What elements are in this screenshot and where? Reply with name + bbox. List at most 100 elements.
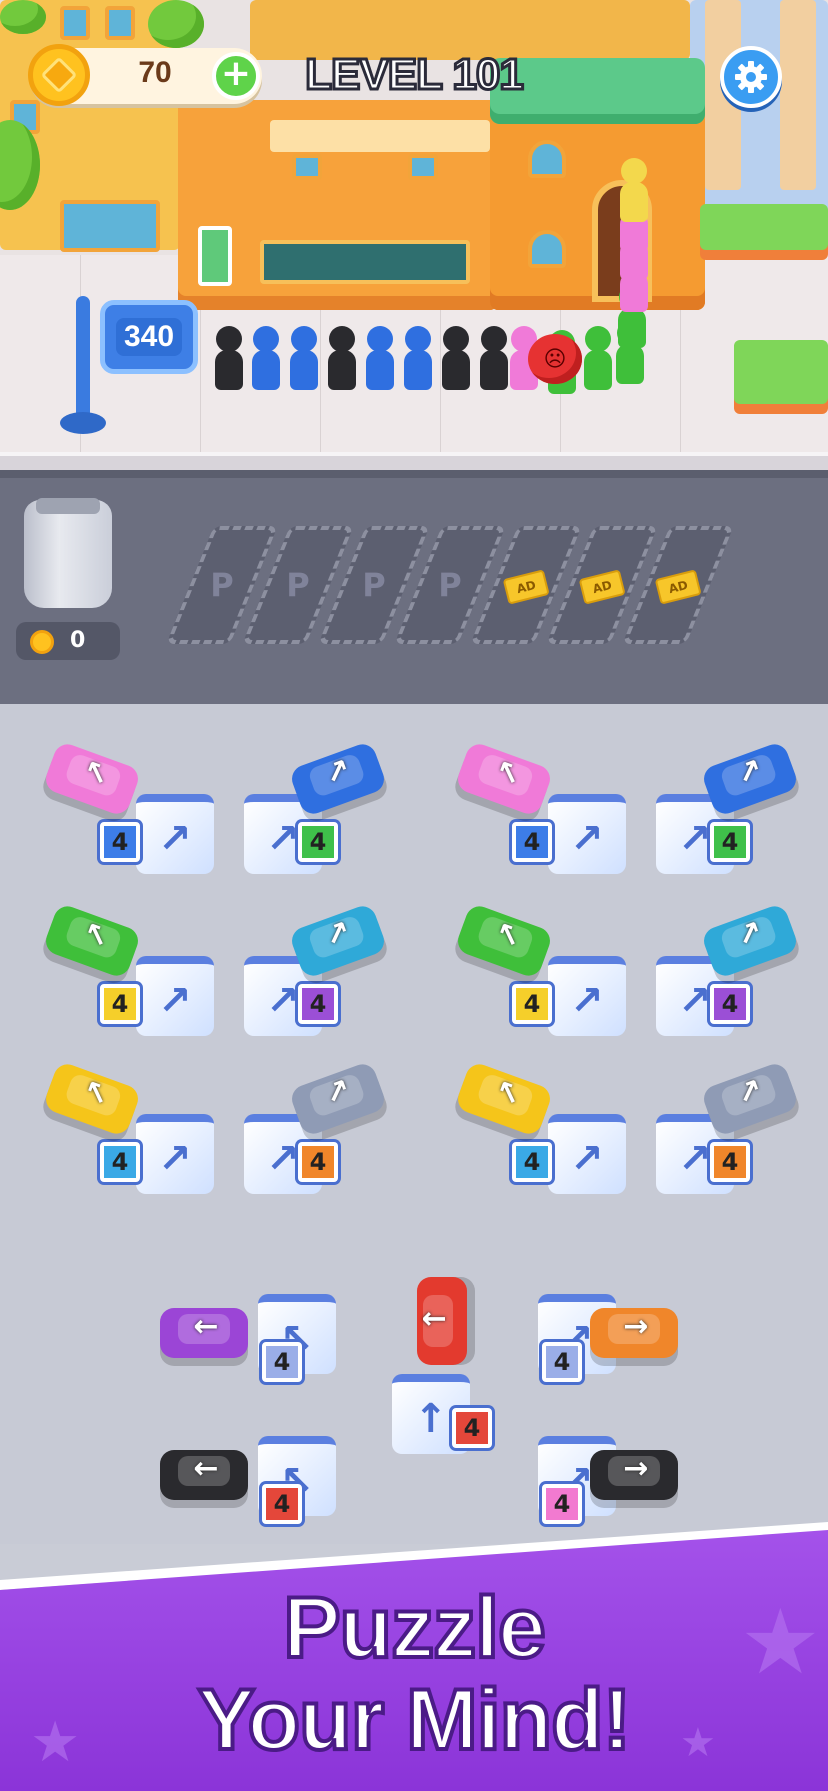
angry-face-icon: ☹ [528, 334, 582, 384]
tagline-line2: Your Mind! [196, 1672, 634, 1768]
direction-arrow-icon: ↗ [570, 978, 604, 1024]
car[interactable]: ↖ [454, 902, 554, 980]
direction-arrow-icon: ↗ [570, 816, 604, 862]
ad-icon: AD [502, 569, 550, 605]
passenger [404, 326, 432, 390]
coin-count: 70 [138, 56, 172, 89]
car[interactable]: ↖ [42, 740, 142, 818]
shop-awning [270, 120, 490, 152]
car[interactable]: ↗ [700, 902, 800, 980]
passenger [620, 158, 648, 222]
car-arrow-icon: → [623, 1451, 649, 1486]
tagline-line1: Puzzle [281, 1580, 548, 1676]
passenger [480, 326, 508, 390]
settings-button[interactable] [720, 46, 782, 108]
garage-capacity: 4 [542, 1484, 582, 1524]
direction-arrow-icon: ↗ [570, 1136, 604, 1182]
promo-tagline: Puzzle Your Mind! [0, 1580, 828, 1768]
car[interactable]: ↑ [417, 1277, 467, 1365]
parking-label: P [286, 566, 310, 604]
car-arrow-icon: ← [193, 1309, 219, 1344]
window [105, 6, 135, 40]
garage-capacity: 4 [100, 1142, 140, 1182]
car-arrow-icon: → [623, 1309, 649, 1344]
car[interactable]: ↖ [454, 740, 554, 818]
shop-door-window [198, 226, 232, 286]
gear-icon [735, 61, 767, 93]
garage-capacity: 4 [262, 1484, 302, 1524]
garage[interactable]: ↗ 4 [100, 1104, 214, 1200]
garage-capacity: 4 [452, 1408, 492, 1448]
passenger [366, 326, 394, 390]
garage[interactable]: ↗ 4 [100, 946, 214, 1042]
garage-capacity: 4 [298, 1142, 338, 1182]
tree [148, 0, 204, 48]
queue-count: 340 [115, 318, 183, 356]
garage[interactable]: ↗ 4 [512, 784, 626, 880]
direction-arrow-icon: ↑ [414, 1396, 448, 1442]
garage[interactable]: ↗ 4 [512, 1104, 626, 1200]
coin-jar[interactable] [24, 500, 112, 608]
direction-arrow-icon: ↗ [158, 978, 192, 1024]
car[interactable]: ↖ [454, 1060, 554, 1138]
garage-capacity: 4 [100, 822, 140, 862]
car[interactable]: ↗ [288, 740, 388, 818]
queue-sign-post [76, 296, 90, 426]
garage[interactable]: ↗ 4 [100, 784, 214, 880]
planter [700, 204, 828, 250]
coin-jar-lid [36, 498, 100, 514]
car[interactable]: → [590, 1450, 678, 1500]
direction-arrow-icon: ↗ [266, 1136, 300, 1182]
car[interactable]: ↗ [700, 1060, 800, 1138]
window [528, 140, 566, 178]
shop-window [292, 154, 322, 180]
game-screen: 340 ☹ 70 + LEVEL 101 0 P P P P AD AD AD … [0, 0, 828, 1791]
curb [0, 452, 828, 470]
ad-icon: AD [578, 569, 626, 605]
passenger [290, 326, 318, 390]
garage-capacity: 4 [262, 1342, 302, 1382]
garage[interactable]: ↑ 4 [374, 1364, 492, 1460]
garage[interactable]: ↖ 4 [240, 1284, 336, 1382]
passenger [252, 326, 280, 390]
add-coins-button[interactable]: + [212, 52, 260, 100]
direction-arrow-icon: ↗ [678, 978, 712, 1024]
car[interactable]: ↗ [288, 902, 388, 980]
passenger [215, 326, 243, 390]
queue-sign-base [60, 412, 106, 434]
parking-label: P [210, 566, 234, 604]
car[interactable]: → [590, 1308, 678, 1358]
garage-capacity: 4 [710, 822, 750, 862]
passenger [442, 326, 470, 390]
shop-window [408, 154, 438, 180]
car[interactable]: ← [160, 1308, 248, 1358]
garage-capacity: 4 [100, 984, 140, 1024]
window [60, 6, 90, 40]
garage[interactable]: ↗ 4 [512, 946, 626, 1042]
car[interactable]: ↖ [42, 902, 142, 980]
puzzle-board: ↗ 4 ↖ ↗ 4 ↗ ↗ 4 ↖ ↗ 4 ↗ ↗ 4 ↖ ↗ 4 ↗ ↗ 4 ↖ ↗ 4 ↗ ↗ 4 ↖ ↗ 4 ↗ ↗ 4 ↖ ↗ 4 ↗ ↖ 4 ← ↖… [0, 704, 828, 1544]
coin-icon [30, 630, 54, 654]
car-arrow-icon: ↑ [418, 1306, 453, 1332]
garage-capacity: 4 [512, 822, 552, 862]
queue-count-sign: 340 [100, 300, 198, 374]
garage[interactable]: ↖ 4 [240, 1426, 336, 1524]
town-scene: 340 ☹ 70 + LEVEL 101 [0, 0, 828, 470]
planter [734, 340, 828, 404]
car[interactable]: ↖ [42, 1060, 142, 1138]
coin-icon [28, 44, 90, 106]
direction-arrow-icon: ↗ [266, 978, 300, 1024]
parking-label: P [438, 566, 462, 604]
tree [0, 0, 46, 34]
car[interactable]: ↗ [288, 1060, 388, 1138]
garage-capacity: 4 [542, 1342, 582, 1382]
passenger [328, 326, 356, 390]
direction-arrow-icon: ↗ [266, 816, 300, 862]
car[interactable]: ↗ [700, 740, 800, 818]
garage-capacity: 4 [710, 984, 750, 1024]
garage-capacity: 4 [298, 984, 338, 1024]
car[interactable]: ← [160, 1450, 248, 1500]
parking-label: P [362, 566, 386, 604]
parking-lot: 0 P P P P AD AD AD [0, 470, 828, 704]
jar-coin-count: 0 [70, 628, 86, 653]
